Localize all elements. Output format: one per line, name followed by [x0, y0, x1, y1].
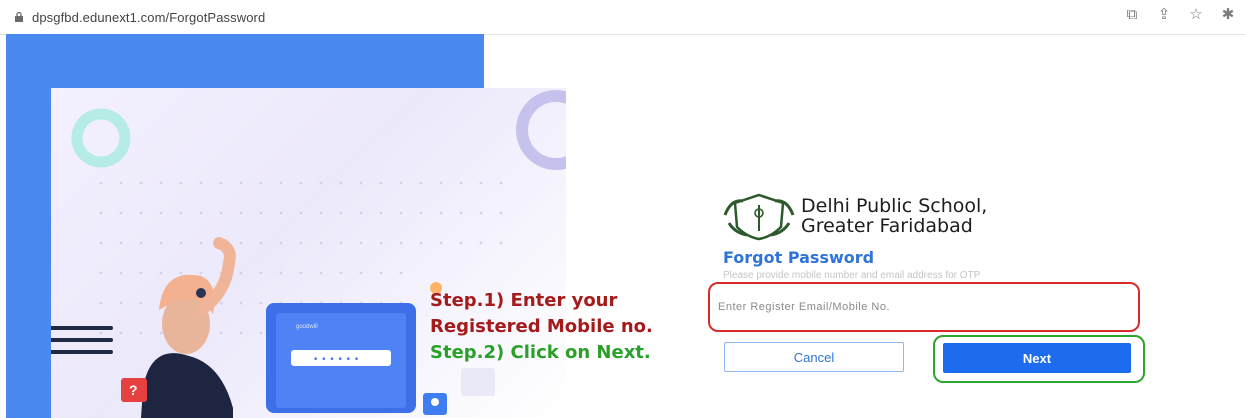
laptop-brand-text: goodwill — [296, 324, 318, 330]
highlight-green-outline: Next — [933, 335, 1145, 383]
ring-decoration-left — [71, 108, 131, 168]
step1-line1: Step.1) Enter your — [430, 290, 618, 311]
lock-icon[interactable] — [14, 12, 24, 22]
step1-line2: Registered Mobile no. — [430, 316, 653, 337]
school-name-line1: Delhi Public School, — [801, 195, 988, 217]
school-emblem-icon — [723, 193, 795, 241]
ring-decoration-right — [516, 90, 566, 170]
url-text[interactable]: dpsgfbd.edunext1.com/ForgotPassword — [32, 10, 265, 25]
laptop-password-mask: • • • • • • — [313, 355, 359, 365]
browser-toolbar-icons: ⧉ ⇪ ☆ ✱ — [1123, 6, 1237, 24]
illustration-card: goodwill • • • • • • ? — [51, 88, 566, 418]
illustration-graphic: goodwill • • • • • • ? — [51, 90, 566, 418]
browser-address-bar: dpsgfbd.edunext1.com/ForgotPassword ⧉ ⇪ … — [0, 0, 1245, 35]
school-name-line2: Greater Faridabad — [801, 215, 973, 237]
step2-text: Step.2) Click on Next. — [430, 342, 651, 363]
highlight-red-outline — [708, 282, 1140, 332]
character-arm — [195, 237, 236, 316]
school-logo: Delhi Public School, Greater Faridabad — [721, 193, 1041, 243]
character-body — [141, 353, 233, 418]
cancel-button[interactable]: Cancel — [724, 342, 904, 372]
puzzle-icon[interactable]: ✱ — [1219, 6, 1237, 24]
open-external-icon[interactable]: ⧉ — [1123, 6, 1141, 24]
school-name: Delhi Public School, Greater Faridabad — [801, 196, 987, 236]
motion-lines — [51, 326, 113, 354]
star-icon[interactable]: ☆ — [1187, 6, 1205, 24]
next-button[interactable]: Next — [943, 343, 1131, 373]
character-watch — [196, 288, 206, 298]
page-title: Forgot Password — [723, 248, 875, 267]
question-mark-text: ? — [129, 382, 138, 398]
form-hint: Please provide mobile number and email a… — [723, 270, 981, 281]
instruction-annotation: Step.1) Enter your Registered Mobile no.… — [430, 288, 653, 366]
floating-card-right — [461, 368, 495, 396]
email-mobile-input[interactable] — [716, 290, 1134, 324]
share-icon[interactable]: ⇪ — [1155, 6, 1173, 24]
key-icon — [431, 398, 439, 406]
